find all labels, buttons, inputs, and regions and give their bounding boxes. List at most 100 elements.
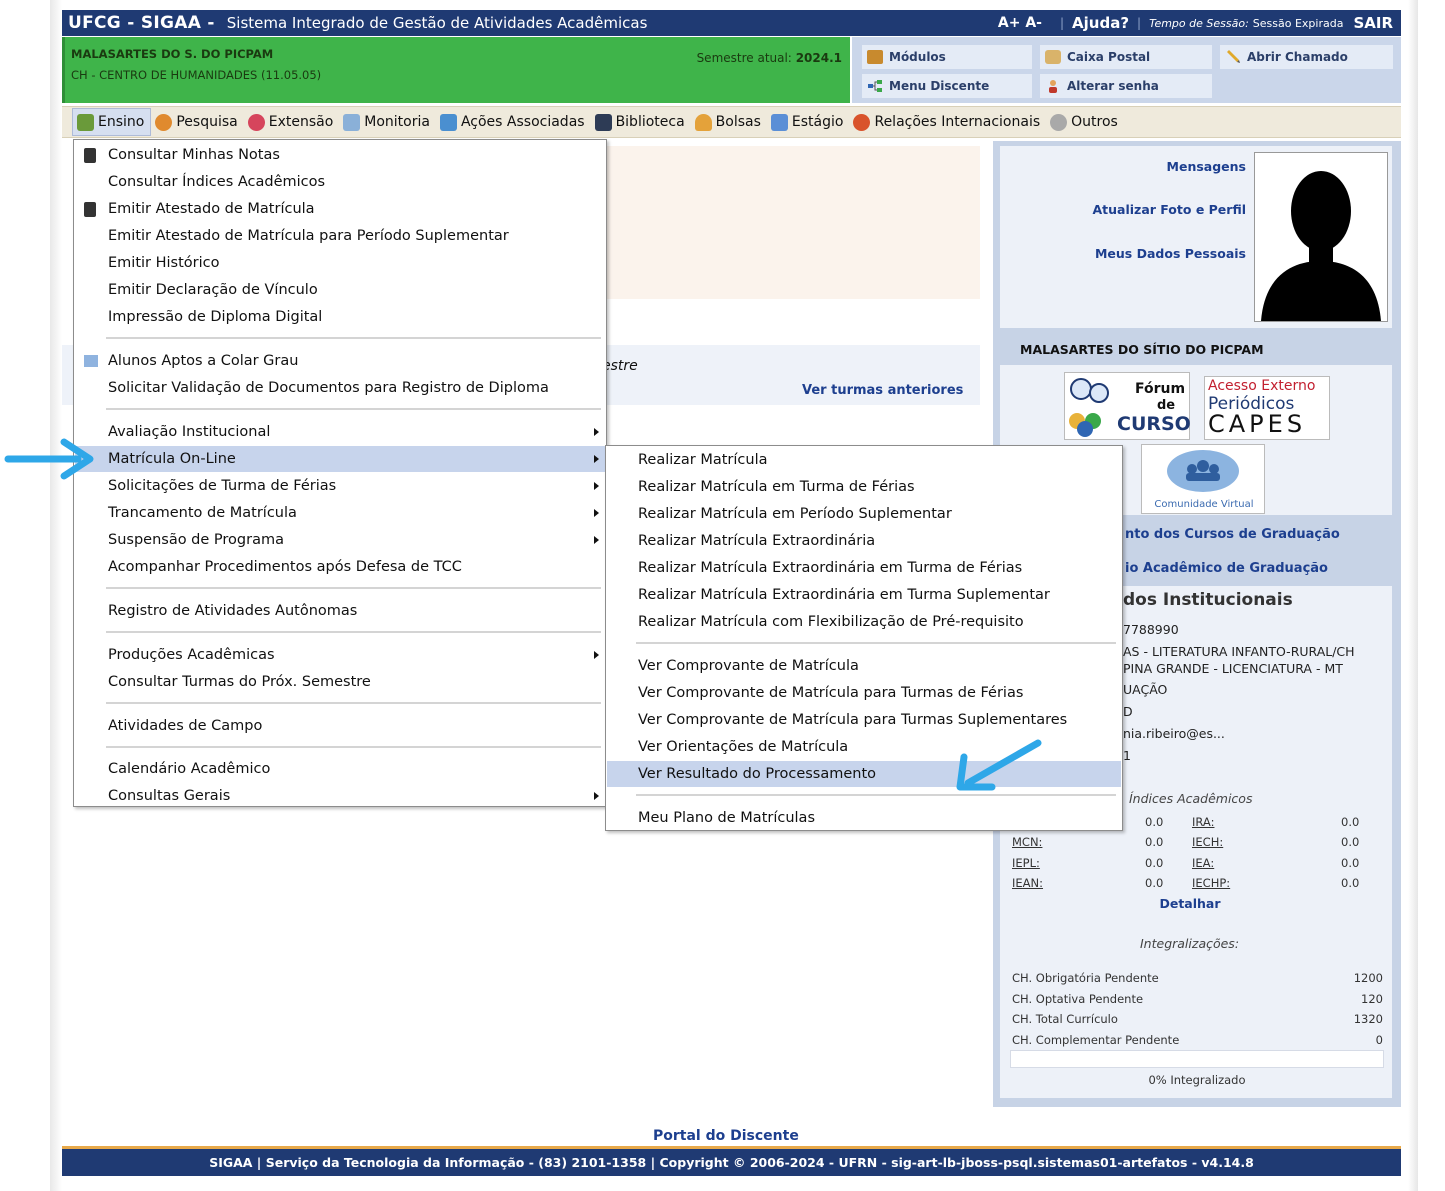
index-label[interactable]: IRA: xyxy=(1192,815,1214,829)
submenu-option-comprovante[interactable]: Ver Comprovante de Matrícula xyxy=(607,653,1121,679)
exit-link[interactable]: SAIR xyxy=(1353,14,1393,32)
menu-monitoria[interactable]: Monitoria xyxy=(339,108,436,136)
menu-option-consultas-gerais[interactable]: Consultas Gerais xyxy=(75,783,605,809)
menu-ensino[interactable]: Ensino xyxy=(72,108,152,136)
submenu-option-label: Realizar Matrícula xyxy=(638,452,768,468)
font-size-controls[interactable]: A+ A- xyxy=(998,15,1042,31)
meus-dados-link[interactable]: Meus Dados Pessoais xyxy=(1040,246,1246,261)
community-icon xyxy=(1167,450,1239,492)
submenu-option-flexibilizacao[interactable]: Realizar Matrícula com Flexibilização de… xyxy=(607,609,1121,635)
portal-discente-link[interactable]: Portal do Discente xyxy=(653,1128,799,1144)
menu-outros[interactable]: Outros xyxy=(1046,108,1124,136)
menu-acoes[interactable]: Ações Associadas xyxy=(436,108,591,136)
abrir-chamado-link[interactable]: Abrir Chamado xyxy=(1220,45,1393,69)
menu-option-avaliacao-institucional[interactable]: Avaliação Institucional xyxy=(75,419,605,445)
index-label[interactable]: IEA: xyxy=(1192,856,1214,870)
user-name: MALASARTES DO S. DO PICPAM xyxy=(71,47,274,61)
menu-option-validacao-documentos[interactable]: Solicitar Validação de Documentos para R… xyxy=(75,375,605,401)
menu-option-matricula-online[interactable]: Matrícula On-Line xyxy=(75,446,605,472)
forum-de-curso-badge[interactable]: Fórum de CURSO xyxy=(1064,372,1191,440)
session-value: Sessão Expirada xyxy=(1252,16,1344,30)
calendario-graduacao-link[interactable]: io Acadêmico de Graduação xyxy=(1125,561,1328,576)
alterar-senha-link[interactable]: Alterar senha xyxy=(1040,74,1212,98)
menu-option-aptos-colar-grau[interactable]: Alunos Aptos a Colar Grau xyxy=(75,348,605,374)
regulamento-link[interactable]: nto dos Cursos de Graduação xyxy=(1125,527,1340,542)
index-label[interactable]: MCN: xyxy=(1012,835,1042,849)
index-label[interactable]: IECHP: xyxy=(1192,876,1230,890)
menu-option-trancamento[interactable]: Trancamento de Matrícula xyxy=(75,500,605,526)
menu-option-turmas-proximo-semestre[interactable]: Consultar Turmas do Próx. Semestre xyxy=(75,669,605,695)
user-center: CH - CENTRO DE HUMANIDADES (11.05.05) xyxy=(71,68,322,82)
ver-turmas-anteriores-link[interactable]: Ver turmas anteriores xyxy=(802,383,963,398)
indices-title: Índices Acadêmicos xyxy=(1129,791,1253,806)
submenu-arrow-icon xyxy=(594,509,599,517)
dados-line: AS - LITERATURA INFANTO-RURAL/CH xyxy=(1123,644,1355,659)
submenu-option-extraordinaria-ferias[interactable]: Realizar Matrícula Extraordinária em Tur… xyxy=(607,555,1121,581)
help-link[interactable]: Ajuda? xyxy=(1072,14,1129,32)
submenu-arrow-icon xyxy=(594,428,599,436)
profile-owner-name: MALASARTES DO SÍTIO DO PICPAM xyxy=(1020,342,1264,357)
ensino-icon xyxy=(77,113,94,131)
index-value: 0.0 xyxy=(1145,876,1164,890)
submenu-option-matricula-ferias[interactable]: Realizar Matrícula em Turma de Férias xyxy=(607,474,1121,500)
menu-option-atestado-suplementar[interactable]: Emitir Atestado de Matrícula para Períod… xyxy=(75,223,605,249)
menu-discente-link[interactable]: Menu Discente xyxy=(862,74,1032,98)
menu-divider xyxy=(106,746,601,748)
book-icon xyxy=(594,113,612,131)
submenu-option-realizar-matricula[interactable]: Realizar Matrícula xyxy=(607,447,1121,473)
menu-option-suspensao[interactable]: Suspensão de Programa xyxy=(75,527,605,553)
menu-option-atividades-campo[interactable]: Atividades de Campo xyxy=(75,713,605,739)
menu-option-emitir-atestado[interactable]: Emitir Atestado de Matrícula xyxy=(75,196,605,222)
dados-line: D xyxy=(1123,704,1133,719)
monitor-icon xyxy=(343,113,361,131)
mensagens-link[interactable]: Mensagens xyxy=(1100,159,1246,174)
menu-estagio[interactable]: Estágio xyxy=(767,108,850,136)
menu-option-atividades-autonomas[interactable]: Registro de Atividades Autônomas xyxy=(75,598,605,624)
menu-biblioteca[interactable]: Biblioteca xyxy=(591,108,691,136)
modulos-link[interactable]: Módulos xyxy=(862,45,1032,69)
index-value: 0.0 xyxy=(1341,835,1360,849)
menu-option-consultar-indices[interactable]: Consultar Índices Acadêmicos xyxy=(75,169,605,195)
menu-option-declaracao-vinculo[interactable]: Emitir Declaração de Vínculo xyxy=(75,277,605,303)
menu-option-label: Emitir Histórico xyxy=(108,255,220,271)
menu-option-diploma-digital[interactable]: Impressão de Diploma Digital xyxy=(75,304,605,330)
menu-option-defesa-tcc[interactable]: Acompanhar Procedimentos após Defesa de … xyxy=(75,554,605,580)
integralizacao-value: 1320 xyxy=(1353,1012,1383,1026)
capes-badge[interactable]: Acesso Externo Periódicos CAPES xyxy=(1204,376,1330,440)
submenu-option-extraordinaria-suplementar[interactable]: Realizar Matrícula Extraordinária em Tur… xyxy=(607,582,1121,608)
submenu-option-matricula-extraordinaria[interactable]: Realizar Matrícula Extraordinária xyxy=(607,528,1121,554)
menu-monitoria-label: Monitoria xyxy=(364,114,430,130)
annotation-arrow-icon xyxy=(4,438,94,480)
session-label: Tempo de Sessão: xyxy=(1149,16,1249,30)
menu-option-consultar-notas[interactable]: Consultar Minhas Notas xyxy=(75,142,605,168)
caixa-postal-link[interactable]: Caixa Postal xyxy=(1040,45,1212,69)
menu-bolsas[interactable]: Bolsas xyxy=(691,108,767,136)
comunidade-virtual-badge[interactable]: Comunidade Virtual xyxy=(1141,444,1265,514)
submenu-option-comprovante-suplementares[interactable]: Ver Comprovante de Matrícula para Turmas… xyxy=(607,707,1121,733)
menu-option-label: Acompanhar Procedimentos após Defesa de … xyxy=(108,559,462,575)
menu-option-calendario-academico[interactable]: Calendário Acadêmico xyxy=(75,756,605,782)
menu-option-turma-ferias[interactable]: Solicitações de Turma de Férias xyxy=(75,473,605,499)
detalhar-link[interactable]: Detalhar xyxy=(1140,896,1240,911)
menu-option-emitir-historico[interactable]: Emitir Histórico xyxy=(75,250,605,276)
integralizacao-value: 0 xyxy=(1375,1033,1383,1047)
submenu-option-plano-matriculas[interactable]: Meu Plano de Matrículas xyxy=(607,805,1121,831)
menu-relacoes[interactable]: Relações Internacionais xyxy=(849,108,1046,136)
menu-option-producoes-academicas[interactable]: Produções Acadêmicas xyxy=(75,642,605,668)
atualizar-foto-link[interactable]: Atualizar Foto e Perfil xyxy=(1040,202,1247,217)
menu-extensao[interactable]: Extensão xyxy=(244,108,340,136)
index-label[interactable]: IEPL: xyxy=(1012,856,1040,870)
index-label[interactable]: IECH: xyxy=(1192,835,1223,849)
submenu-arrow-icon xyxy=(594,651,599,659)
capes-line1: Acesso Externo xyxy=(1208,378,1316,394)
user-icon xyxy=(694,113,712,131)
menu-option-label: Emitir Declaração de Vínculo xyxy=(108,282,318,298)
menu-pesquisa[interactable]: Pesquisa xyxy=(151,108,243,136)
menu-pesquisa-label: Pesquisa xyxy=(176,114,238,130)
menu-option-label: Consultar Minhas Notas xyxy=(108,147,280,163)
index-label[interactable]: IEAN: xyxy=(1012,876,1043,890)
heart-icon xyxy=(247,113,265,131)
menu-option-label: Emitir Atestado de Matrícula para Períod… xyxy=(108,228,509,244)
submenu-option-comprovante-ferias[interactable]: Ver Comprovante de Matrícula para Turmas… xyxy=(607,680,1121,706)
submenu-option-matricula-suplementar[interactable]: Realizar Matrícula em Período Suplementa… xyxy=(607,501,1121,527)
